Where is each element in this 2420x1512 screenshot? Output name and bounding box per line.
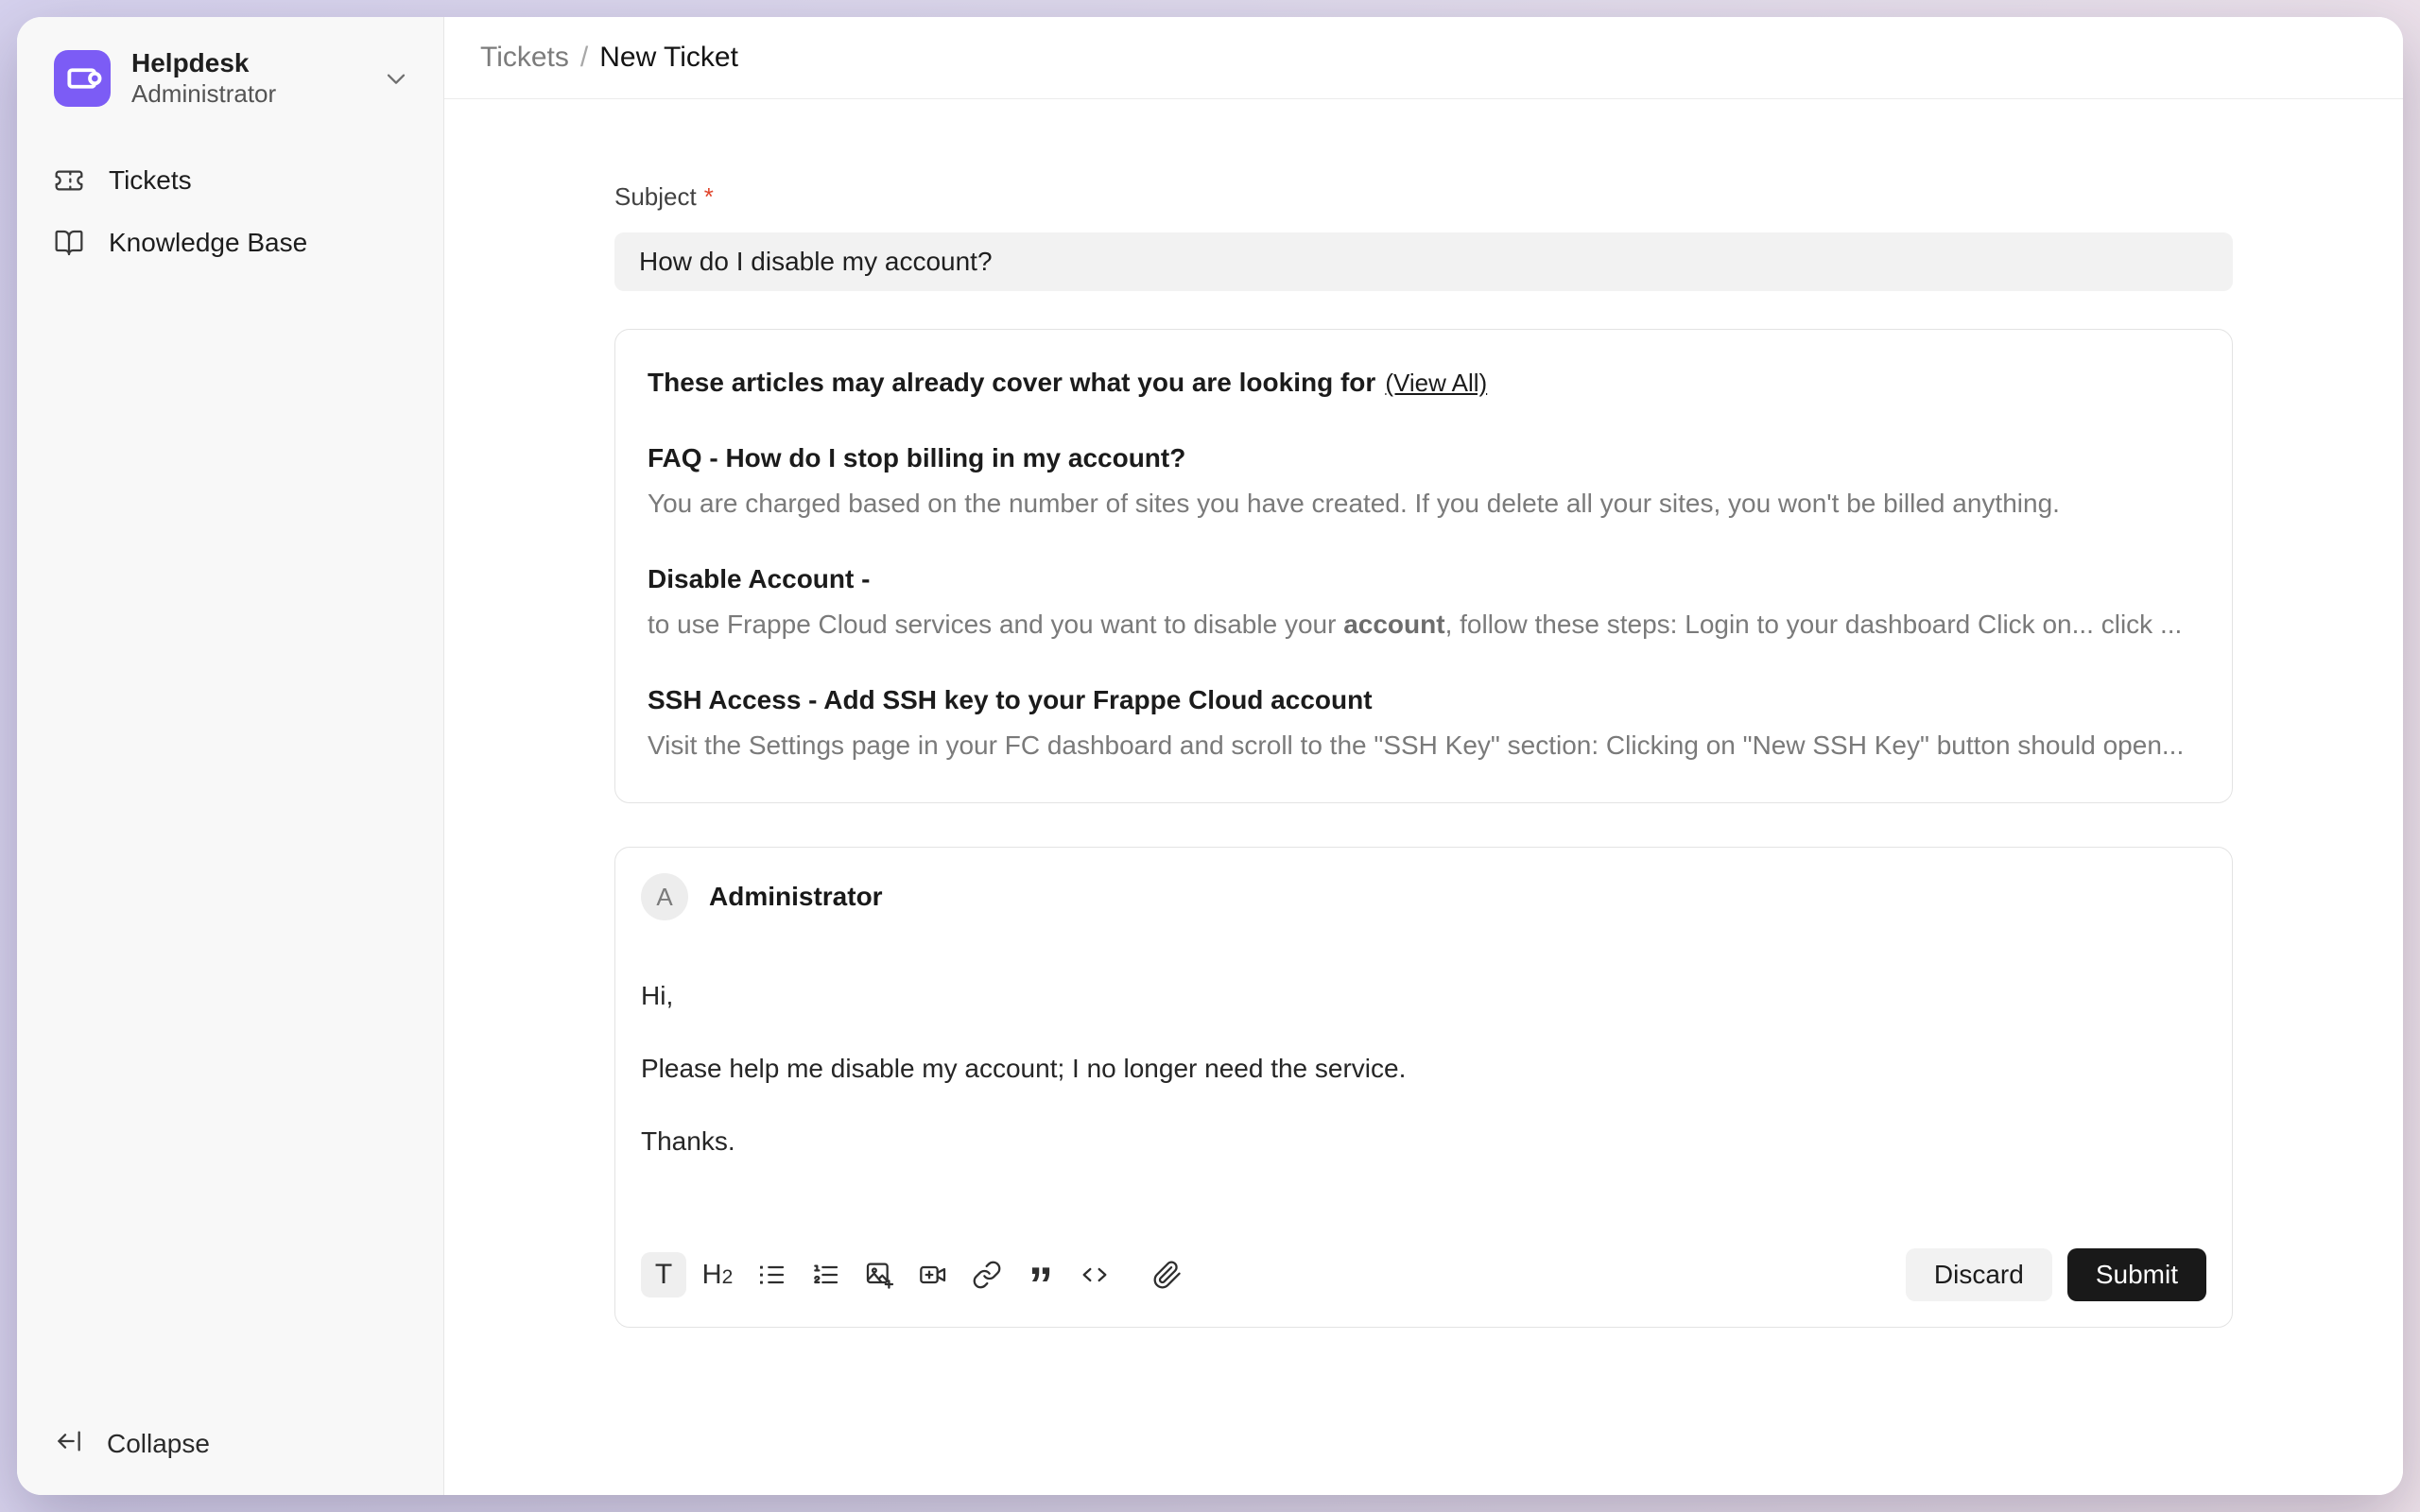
editor-toolbar: T H2 xyxy=(641,1252,1190,1297)
article-description: Visit the Settings page in your FC dashb… xyxy=(648,729,2200,763)
composer-footer: T H2 xyxy=(641,1248,2206,1301)
breadcrumb-tickets-link[interactable]: Tickets xyxy=(480,42,569,74)
collapse-label: Collapse xyxy=(107,1429,210,1459)
subject-field-group: Subject* xyxy=(614,182,2233,291)
ordered-list-icon xyxy=(810,1260,840,1290)
composer-author: Administrator xyxy=(709,882,883,912)
app-title: Helpdesk xyxy=(131,47,360,79)
message-paragraph: Please help me disable my account; I no … xyxy=(641,1050,2206,1088)
ticket-composer: A Administrator Hi, Please help me disab… xyxy=(614,847,2233,1328)
code-icon xyxy=(1080,1260,1110,1290)
insert-video-button[interactable] xyxy=(910,1252,956,1297)
page-title: New Ticket xyxy=(599,42,738,74)
article-title: FAQ - How do I stop billing in my accoun… xyxy=(648,441,2200,475)
quote-icon: ” xyxy=(1028,1261,1053,1310)
app-window: Helpdesk Administrator Tickets xyxy=(17,17,2403,1495)
ticket-icon xyxy=(54,165,84,196)
workspace-switcher[interactable]: Helpdesk Administrator xyxy=(54,47,411,109)
article-description: to use Frappe Cloud services and you wan… xyxy=(648,608,2200,642)
attach-file-button[interactable] xyxy=(1145,1252,1190,1297)
chevron-down-icon xyxy=(381,63,411,94)
avatar: A xyxy=(641,873,688,920)
breadcrumb-separator: / xyxy=(580,42,588,74)
text-style-button[interactable]: T xyxy=(641,1252,686,1297)
view-all-link[interactable]: (View All) xyxy=(1385,369,1487,398)
composer-actions: Discard Submit xyxy=(1906,1248,2206,1301)
arrow-left-to-line-icon xyxy=(54,1426,84,1463)
insert-image-button[interactable] xyxy=(856,1252,902,1297)
ordered-list-button[interactable] xyxy=(803,1252,848,1297)
book-open-icon xyxy=(54,228,84,258)
subject-input[interactable] xyxy=(614,232,2233,291)
sidebar-spacer xyxy=(17,269,443,1418)
required-asterisk: * xyxy=(704,182,714,211)
main-panel: Tickets / New Ticket Subject* These arti… xyxy=(444,17,2403,1495)
heading-2-icon: H2 xyxy=(702,1262,734,1289)
heading-2-button[interactable]: H2 xyxy=(695,1252,740,1297)
message-paragraph: Thanks. xyxy=(641,1123,2206,1160)
message-editor[interactable]: Hi, Please help me disable my account; I… xyxy=(641,977,2206,1195)
breadcrumb: Tickets / New Ticket xyxy=(480,42,738,74)
sidebar-item-tickets[interactable]: Tickets xyxy=(17,154,428,207)
brand-text: Helpdesk Administrator xyxy=(131,47,360,109)
suggestions-title: These articles may already cover what yo… xyxy=(648,366,1375,400)
article-item[interactable]: SSH Access - Add SSH key to your Frappe … xyxy=(648,683,2200,763)
video-plus-icon xyxy=(918,1260,948,1290)
current-user: Administrator xyxy=(131,79,360,109)
subject-label: Subject* xyxy=(614,182,2233,212)
content-area: Subject* These articles may already cove… xyxy=(444,99,2403,1495)
article-title: SSH Access - Add SSH key to your Frappe … xyxy=(648,683,2200,717)
article-title: Disable Account - xyxy=(648,562,2200,596)
bullet-list-icon xyxy=(756,1260,786,1290)
code-button[interactable] xyxy=(1072,1252,1117,1297)
article-item[interactable]: Disable Account - to use Frappe Cloud se… xyxy=(648,562,2200,642)
discard-button[interactable]: Discard xyxy=(1906,1248,2052,1301)
message-paragraph: Hi, xyxy=(641,977,2206,1015)
helpdesk-logo-icon xyxy=(54,50,111,107)
suggested-articles-card: These articles may already cover what yo… xyxy=(614,329,2233,803)
article-description: You are charged based on the number of s… xyxy=(648,487,2200,521)
text-style-icon: T xyxy=(655,1261,672,1289)
sidebar-item-knowledge-base[interactable]: Knowledge Base xyxy=(17,216,428,269)
paperclip-icon xyxy=(1152,1260,1183,1290)
sidebar-item-label: Tickets xyxy=(109,165,192,196)
sidebar-nav: Tickets Knowledge Base xyxy=(17,154,443,269)
submit-button[interactable]: Submit xyxy=(2067,1248,2206,1301)
link-icon xyxy=(972,1260,1002,1290)
blockquote-button[interactable]: ” xyxy=(1018,1252,1063,1297)
sidebar-item-label: Knowledge Base xyxy=(109,228,307,258)
image-plus-icon xyxy=(864,1260,894,1290)
article-item[interactable]: FAQ - How do I stop billing in my accoun… xyxy=(648,441,2200,521)
collapse-sidebar-button[interactable]: Collapse xyxy=(17,1418,443,1470)
sidebar: Helpdesk Administrator Tickets xyxy=(17,17,444,1495)
composer-header: A Administrator xyxy=(641,873,2206,920)
insert-link-button[interactable] xyxy=(964,1252,1010,1297)
page-header: Tickets / New Ticket xyxy=(444,17,2403,99)
bullet-list-button[interactable] xyxy=(749,1252,794,1297)
